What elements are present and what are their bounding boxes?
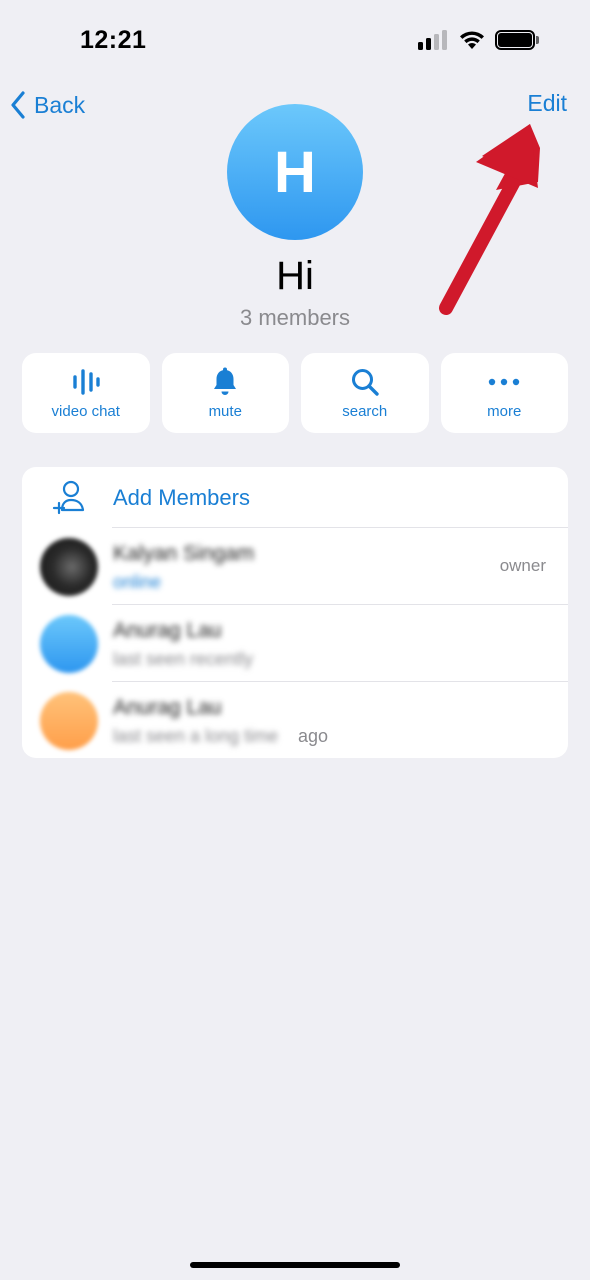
search-label: search [342, 403, 388, 420]
member-row[interactable]: Anurag Lau last seen a long time ago [22, 682, 568, 758]
chevron-left-icon [11, 91, 25, 119]
member-status-tail: ago [298, 726, 329, 746]
member-avatar [40, 615, 98, 673]
back-button[interactable]: Back [10, 86, 85, 124]
group-avatar[interactable]: H [227, 104, 363, 240]
member-name: Anurag Lau [113, 619, 222, 642]
status-time: 12:21 [80, 26, 147, 54]
more-icon [489, 378, 520, 386]
home-indicator [190, 1262, 400, 1268]
search-icon [351, 369, 379, 396]
video-chat-icon [73, 369, 100, 395]
wifi-icon [460, 31, 484, 49]
member-status: online [113, 572, 162, 592]
add-member-icon [52, 480, 85, 515]
members-list: Add Members Kalyan Singam online owner A… [22, 467, 568, 758]
video-chat-label: video chat [51, 403, 120, 420]
add-members-label: Add Members [113, 485, 250, 510]
avatar-letter: H [274, 139, 316, 205]
more-button[interactable]: more [440, 353, 568, 433]
member-avatar [40, 692, 98, 750]
member-role: owner [499, 556, 546, 575]
member-status: last seen a long time [113, 726, 279, 746]
status-bar: 12:21 [0, 0, 590, 80]
video-chat-button[interactable]: video chat [22, 353, 150, 433]
mute-button[interactable]: mute [161, 353, 289, 433]
bell-icon [214, 367, 237, 395]
edit-button[interactable]: Edit [527, 90, 567, 117]
member-name: Kalyan Singam [113, 542, 255, 565]
member-row[interactable]: Kalyan Singam online owner [22, 528, 568, 605]
action-buttons: video chat mute search more [22, 353, 568, 433]
mute-label: mute [208, 403, 242, 420]
add-members-button[interactable]: Add Members [22, 467, 568, 527]
member-status: last seen recently [113, 649, 254, 669]
member-row[interactable]: Anurag Lau last seen recently [22, 605, 568, 682]
more-label: more [487, 403, 522, 420]
member-avatar [40, 538, 98, 596]
battery-icon [495, 30, 539, 50]
back-label: Back [34, 91, 86, 118]
member-name: Anurag Lau [113, 696, 222, 719]
search-button[interactable]: search [301, 353, 429, 433]
annotation-arrow-icon [439, 124, 540, 315]
cellular-signal-icon [418, 30, 450, 50]
